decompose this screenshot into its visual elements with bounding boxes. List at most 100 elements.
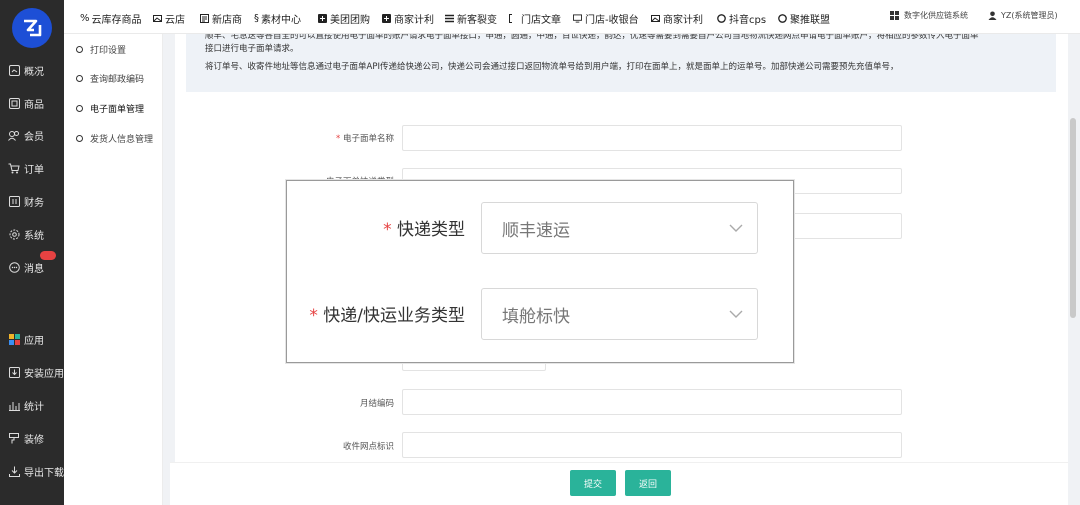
list-icon bbox=[200, 14, 209, 23]
nav-item-store-cashier[interactable]: 门店-收银台 bbox=[573, 11, 639, 26]
secondary-sidebar: 打印设置 查询邮政编码 电子面单管理 发货人信息管理 bbox=[64, 34, 163, 505]
sidebar-item-label: 概况 bbox=[24, 66, 44, 78]
menu-icon bbox=[445, 14, 454, 23]
nav-item-cloud-stock[interactable]: % 云库存商品 bbox=[80, 11, 142, 26]
sidebar-item-decorate[interactable]: 装修 bbox=[0, 427, 64, 449]
subnav-item-postal-code[interactable]: 查询邮政编码 bbox=[76, 72, 144, 85]
plus-box-icon bbox=[318, 14, 327, 23]
user-icon bbox=[988, 11, 997, 20]
system-switcher[interactable]: 数字化供应链系统 bbox=[890, 10, 968, 21]
plus-box-icon bbox=[382, 14, 391, 23]
chevron-down-icon bbox=[729, 310, 743, 318]
sidebar-item-label: 系统 bbox=[24, 230, 44, 242]
install-icon bbox=[8, 366, 20, 378]
monthly-account-input[interactable] bbox=[402, 389, 902, 415]
nav-item-meituan-group[interactable]: 美团团购 bbox=[318, 11, 370, 26]
subnav-item-e-waybill[interactable]: 电子面单管理 bbox=[76, 102, 144, 115]
monitor-icon bbox=[573, 14, 582, 23]
finance-icon bbox=[8, 195, 20, 207]
dashboard-icon bbox=[8, 64, 20, 76]
circle-icon bbox=[778, 14, 787, 23]
radio-circle-icon bbox=[76, 75, 83, 82]
waybill-name-input[interactable] bbox=[402, 125, 902, 151]
chevron-down-icon bbox=[729, 224, 743, 232]
image-icon bbox=[651, 15, 660, 22]
sidebar-item-members[interactable]: 会员 bbox=[0, 124, 64, 146]
express-type-value: 顺丰速运 bbox=[502, 220, 570, 241]
goods-icon bbox=[8, 97, 20, 109]
nav-item-new-customer[interactable]: 新客裂变 bbox=[445, 11, 497, 26]
sidebar-item-system[interactable]: 系统 bbox=[0, 223, 64, 245]
sidebar-item-label: 消息 bbox=[24, 263, 44, 275]
business-type-value: 填舱标快 bbox=[502, 306, 570, 327]
express-type-select[interactable]: 顺丰速运 bbox=[481, 202, 758, 254]
notice-line: 接口进行电子面单请求。 bbox=[205, 44, 299, 54]
sidebar-item-label: 商品 bbox=[24, 99, 44, 111]
sidebar-item-label: 导出下载 bbox=[24, 467, 64, 479]
business-type-select[interactable]: 填舱标快 bbox=[481, 288, 758, 340]
sidebar-item-label: 会员 bbox=[24, 131, 44, 143]
cart-icon bbox=[8, 162, 20, 174]
pickup-site-input[interactable] bbox=[402, 432, 902, 458]
nav-item-merchant-profit[interactable]: 商家计利 bbox=[382, 11, 434, 26]
bracket-icon bbox=[509, 14, 512, 23]
pickup-site-label: 收件网点标识 bbox=[342, 442, 394, 452]
sidebar-item-label: 统计 bbox=[24, 401, 44, 413]
sidebar-item-stats[interactable]: 统计 bbox=[0, 394, 64, 416]
main-sidebar: 概况 商品 会员 订单 财务 系统 消息 应用 安装应用 统计 装修 导出下载 bbox=[0, 0, 64, 505]
nav-item-material-center[interactable]: § 素材中心 bbox=[254, 11, 301, 26]
image-icon bbox=[153, 15, 162, 22]
user-menu[interactable]: YZ(系统管理员) bbox=[988, 10, 1058, 21]
sidebar-item-label: 应用 bbox=[24, 335, 44, 347]
message-count-badge bbox=[40, 251, 56, 260]
business-type-label: * 快递/快运业务类型 bbox=[309, 306, 465, 326]
sidebar-item-overview[interactable]: 概况 bbox=[0, 59, 64, 81]
sidebar-item-label: 财务 bbox=[24, 197, 44, 209]
stats-icon bbox=[8, 399, 20, 411]
zoom-callout: * 快递类型 顺丰速运 * 快递/快运业务类型 填舱标快 bbox=[286, 180, 794, 363]
brush-icon: § bbox=[254, 13, 259, 24]
sidebar-item-orders[interactable]: 订单 bbox=[0, 157, 64, 179]
sidebar-item-label: 安装应用 bbox=[24, 368, 64, 380]
radio-circle-icon bbox=[76, 105, 83, 112]
notice-line: 将订单号、收寄件地址等信息通过电子面单API传递给快递公司，快递公司会通过接口返… bbox=[205, 62, 899, 72]
apps-icon bbox=[8, 333, 20, 345]
sidebar-item-goods[interactable]: 商品 bbox=[0, 92, 64, 114]
subnav-item-sender-info[interactable]: 发货人信息管理 bbox=[76, 132, 153, 145]
nav-item-new-merchant[interactable]: 新店商 bbox=[200, 11, 242, 26]
notice-line: 顺丰、宅急送等各自全的可以直接使用电子面单的账户请求电子面单接口，申通，圆通，中… bbox=[205, 34, 979, 41]
nav-item-cloud-store[interactable]: 云店 bbox=[153, 11, 185, 26]
submit-button[interactable]: 提交 bbox=[570, 470, 616, 496]
info-notice: 顺丰、宅急送等各自全的可以直接使用电子面单的账户请求电子面单接口，申通，圆通，中… bbox=[186, 34, 1056, 92]
sidebar-item-finance[interactable]: 财务 bbox=[0, 190, 64, 212]
link-icon: % bbox=[80, 13, 90, 24]
subnav-item-print-settings[interactable]: 打印设置 bbox=[76, 43, 126, 56]
sidebar-item-label: 订单 bbox=[24, 164, 44, 176]
radio-circle-icon bbox=[76, 135, 83, 142]
page-scrollbar[interactable] bbox=[1070, 118, 1076, 318]
sidebar-item-label: 装修 bbox=[24, 434, 44, 446]
circle-icon bbox=[717, 14, 726, 23]
logo-mark-icon bbox=[24, 19, 42, 37]
download-icon bbox=[8, 465, 20, 477]
top-navigation: % 云库存商品 云店 新店商 § 素材中心 美团团购 商家计利 新客裂变 门店文章 … bbox=[64, 0, 1080, 34]
sidebar-item-export-download[interactable]: 导出下载 bbox=[0, 460, 64, 482]
app-logo[interactable] bbox=[12, 8, 52, 48]
nav-item-jutui-alliance[interactable]: 聚推联盟 bbox=[778, 11, 830, 26]
members-icon bbox=[8, 129, 20, 141]
sidebar-item-install-apps[interactable]: 安装应用 bbox=[0, 361, 64, 383]
sidebar-item-apps[interactable]: 应用 bbox=[0, 328, 64, 350]
radio-circle-icon bbox=[76, 46, 83, 53]
gear-icon bbox=[8, 228, 20, 240]
monthly-account-label: 月结编码 bbox=[359, 399, 394, 409]
sidebar-item-messages[interactable]: 消息 bbox=[0, 251, 64, 278]
waybill-name-label: * 电子面单名称 bbox=[336, 134, 394, 144]
express-type-label: * 快递类型 bbox=[383, 220, 465, 240]
back-button[interactable]: 返回 bbox=[625, 470, 671, 496]
nav-item-merchant-profit-2[interactable]: 商家计利 bbox=[651, 11, 703, 26]
decorate-icon bbox=[8, 432, 20, 444]
nav-item-store-articles[interactable]: 门店文章 bbox=[509, 11, 561, 26]
nav-item-douyin-cps[interactable]: 抖音cps bbox=[717, 11, 766, 26]
grid-icon bbox=[890, 10, 899, 20]
form-footer: 提交 返回 bbox=[170, 462, 1068, 505]
